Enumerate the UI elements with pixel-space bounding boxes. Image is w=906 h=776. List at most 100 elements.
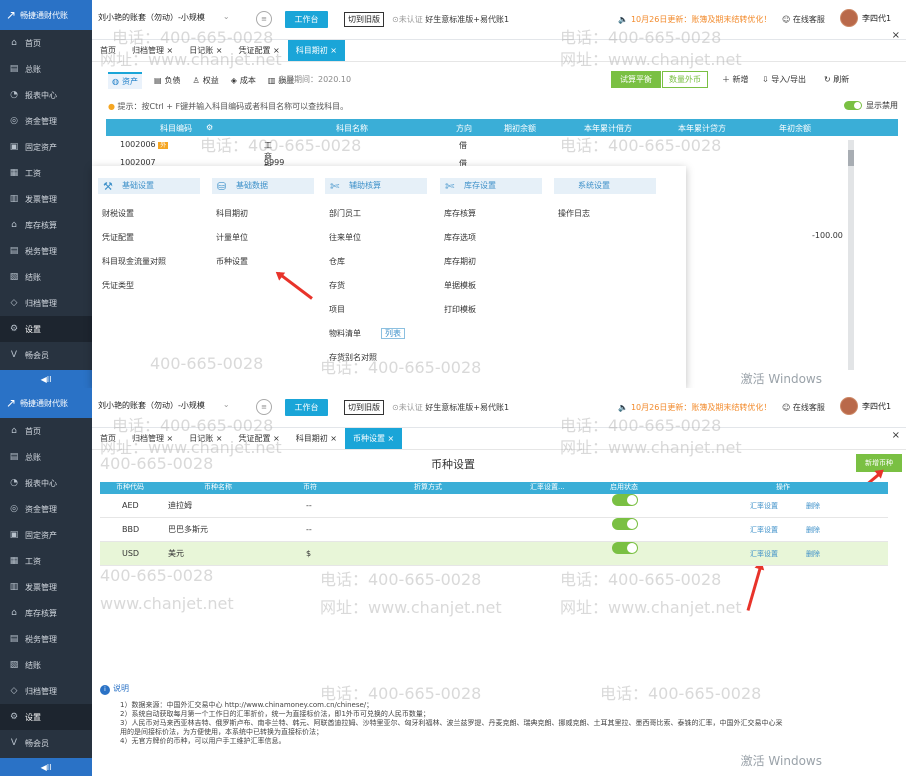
rate-setting-link[interactable]: 汇率设置 [750,494,778,518]
menu-item[interactable]: 凭证类型 [98,280,200,290]
sidebar-item[interactable]: ▤ 税务管理 [0,238,92,264]
sidebar-item[interactable]: ▧ 结账 [0,264,92,290]
page-tab[interactable]: 日记账 × [181,40,230,61]
sidebar-item[interactable]: ⌂ 首页 [0,418,92,444]
status-toggle[interactable] [612,518,638,530]
sidebar-item[interactable]: ▥ 发票管理 [0,186,92,212]
delete-link[interactable]: 删除 [806,494,820,518]
menu-item[interactable]: 库存期初 [440,256,542,266]
menu-item[interactable]: 仓库 [325,256,427,266]
sidebar-item[interactable]: ◇ 归档管理 [0,290,92,316]
sidebar-item[interactable]: ⚙ 设置 [0,704,92,730]
update-notice[interactable]: 🔈 10月26日更新：账簿及期末结转优化！ [618,14,771,25]
sidebar-item[interactable]: ◎ 资金管理 [0,496,92,522]
table-row[interactable]: USD 美元 $ 汇率设置 删除 [100,542,888,566]
sidebar-item[interactable]: ⌂ 库存核算 [0,212,92,238]
menu-item[interactable]: 打印模板 [440,304,542,314]
page-tab[interactable]: 首页 [92,40,124,61]
table-row[interactable]: BBD 巴巴多斯元 -- 汇率设置 删除 [100,518,888,542]
sidebar-item[interactable]: ▣ 固定资产 [0,522,92,548]
account-selector[interactable]: 刘小艳的账套（勿动）-小规模 ⌄ [98,400,230,411]
menu-item[interactable]: 物料清单 列表 [325,328,427,339]
close-icon[interactable]: × [892,430,900,441]
sidebar-item[interactable]: ⚙ 设置 [0,316,92,342]
menu-item[interactable]: 项目 [325,304,427,314]
update-notice[interactable]: 🔈 10月26日更新：账簿及期末结转优化！ [618,402,771,413]
menu-item[interactable]: 科目期初 [212,208,314,218]
quantity-currency-button[interactable]: 数量外币 [662,71,708,88]
menu-item[interactable]: 往来单位 [325,232,427,242]
page-tab[interactable]: 日记账 × [181,428,230,449]
rate-setting-link[interactable]: 汇率设置 [750,542,778,566]
table-row[interactable]: AED 迪拉姆 -- 汇率设置 删除 [100,494,888,518]
sidebar-item[interactable]: ◎ 资金管理 [0,108,92,134]
switch-old-button[interactable]: 切到旧版 [344,12,384,27]
menu-item[interactable]: 部门员工 [325,208,427,218]
sidebar-item[interactable]: ▣ 固定资产 [0,134,92,160]
tab-category[interactable]: ◍ 资产 [108,72,142,89]
toggle-switch[interactable] [844,101,862,110]
menu-item[interactable]: 计量单位 [212,232,314,242]
sidebar-item[interactable]: ▦ 工资 [0,160,92,186]
rate-setting-link[interactable]: 汇率设置 [750,518,778,542]
menu-item[interactable]: 存货 [325,280,427,290]
sidebar-item[interactable]: ◇ 归档管理 [0,678,92,704]
menu-item[interactable]: 操作日志 [554,208,656,218]
online-service[interactable]: ☺ 在线客服 [782,14,825,25]
page-tab[interactable]: 归档管理 × [124,428,181,449]
delete-link[interactable]: 删除 [806,542,820,566]
menu-item[interactable]: 库存选项 [440,232,542,242]
sidebar-item[interactable]: V 畅会员 [0,342,92,368]
sidebar-item[interactable]: ▥ 发票管理 [0,574,92,600]
workbench-button[interactable]: 工作台 [285,11,328,28]
status-toggle[interactable] [612,542,638,554]
gear-icon[interactable]: ⚙ [206,123,213,132]
tab-category[interactable]: ◈ 成本 [231,72,256,89]
switch-old-button[interactable]: 切到旧版 [344,400,384,415]
trial-balance-button[interactable]: 试算平衡 [611,71,661,88]
sidebar-item[interactable]: ▧ 结账 [0,652,92,678]
workbench-button[interactable]: 工作台 [285,399,328,416]
tab-category[interactable]: ▤ 负债 [154,72,181,89]
import-export-button[interactable]: ⇩ 导入/导出 [762,74,806,85]
page-tab[interactable]: 科目期初 × [287,40,345,61]
sidebar-collapse-button[interactable]: ◀II [0,370,92,388]
online-service[interactable]: ☺ 在线客服 [782,402,825,413]
menu-item[interactable]: 币种设置 [212,256,314,266]
menu-item[interactable]: 库存核算 [440,208,542,218]
sidebar-item[interactable]: V 畅会员 [0,730,92,756]
tab-category[interactable]: ♙ 权益 [193,72,219,89]
user-menu[interactable]: 李四代1 [840,397,891,415]
page-tab[interactable]: 科目期初 × [288,428,345,449]
menu-item[interactable]: 财税设置 [98,208,200,218]
list-tag[interactable]: 列表 [381,328,405,339]
menu-item[interactable]: 凭证配置 [98,232,200,242]
menu-icon[interactable]: ≡ [256,11,272,27]
sidebar-item[interactable]: ◔ 报表中心 [0,82,92,108]
sidebar-item[interactable]: ◔ 报表中心 [0,470,92,496]
status-toggle[interactable] [612,494,638,506]
sidebar-item[interactable]: ⌂ 库存核算 [0,600,92,626]
page-tab[interactable]: 凭证配置 × [231,428,288,449]
sidebar-item[interactable]: ⌂ 首页 [0,30,92,56]
user-menu[interactable]: 李四代1 [840,9,891,27]
sidebar-item[interactable]: ▦ 工资 [0,548,92,574]
menu-item[interactable]: 单据模板 [440,280,542,290]
menu-item[interactable]: 科目现金流量对照 [98,256,200,266]
menu-icon[interactable]: ≡ [256,399,272,415]
page-tab[interactable]: 归档管理 × [124,40,181,61]
sidebar-collapse-button[interactable]: ◀II [0,758,92,776]
vertical-scrollbar[interactable] [848,140,854,370]
close-icon[interactable]: × [892,30,900,41]
sidebar-item[interactable]: ▤ 总账 [0,56,92,82]
page-tab[interactable]: 币种设置 × [345,428,403,449]
delete-link[interactable]: 删除 [806,518,820,542]
menu-item[interactable]: 存货别名对照 [325,352,427,362]
refresh-button[interactable]: ↻ 刷新 [824,74,849,85]
show-disabled-toggle[interactable]: 显示禁用 [844,100,898,111]
sidebar-item[interactable]: ▤ 税务管理 [0,626,92,652]
account-selector[interactable]: 刘小艳的账套（勿动）-小规模 ⌄ [98,12,230,23]
table-row[interactable]: 1002006 外 工商银行 借 [120,140,467,183]
add-button[interactable]: ＋ 新增 [722,74,749,85]
page-tab[interactable]: 凭证配置 × [231,40,288,61]
